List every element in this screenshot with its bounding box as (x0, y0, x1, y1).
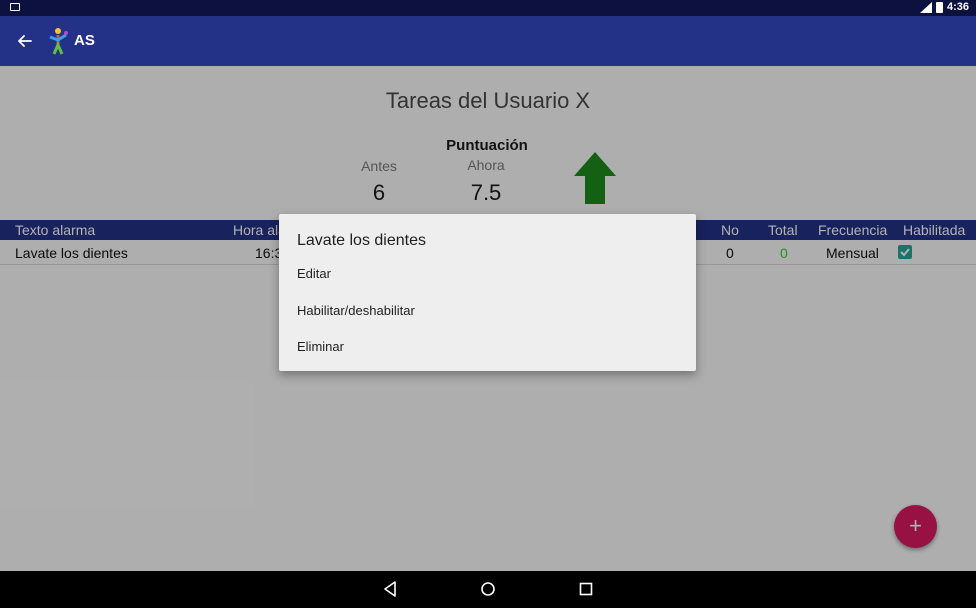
context-menu-dialog: Lavate los dientes Editar Habilitar/desh… (279, 214, 696, 371)
delete-menu-item[interactable]: Eliminar (279, 330, 696, 364)
navigation-bar (0, 571, 976, 608)
back-arrow-icon[interactable] (14, 30, 36, 52)
notification-icon (10, 3, 20, 11)
battery-icon (935, 1, 943, 13)
nav-recents-icon[interactable] (578, 581, 594, 597)
edit-menu-item[interactable]: Editar (279, 257, 696, 291)
app-title: AS (74, 32, 95, 49)
signal-icon (919, 1, 932, 13)
nav-home-icon[interactable] (480, 581, 496, 597)
toggle-enable-menu-item[interactable]: Habilitar/deshabilitar (279, 294, 696, 328)
dialog-title: Lavate los dientes (297, 232, 426, 249)
nav-back-icon[interactable] (382, 581, 398, 597)
status-time: 4:36 (946, 1, 969, 13)
app-logo-icon (49, 28, 68, 55)
status-bar: 4:36 (0, 0, 976, 16)
app-bar: AS (0, 16, 976, 66)
